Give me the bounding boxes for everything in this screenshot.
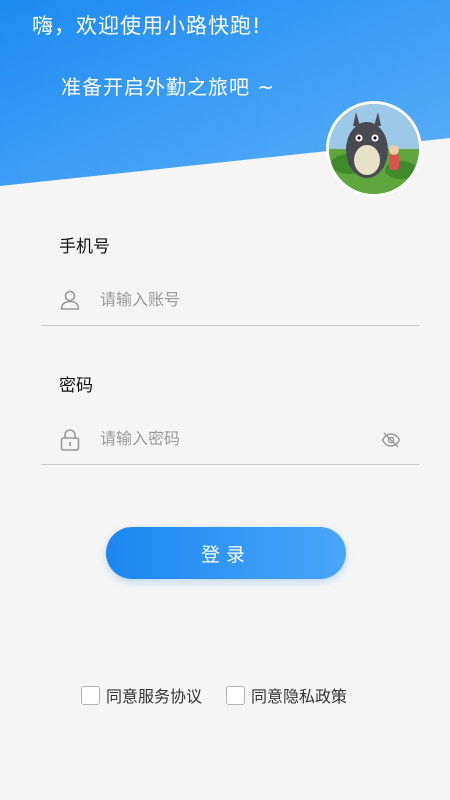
header-banner: 嗨，欢迎使用小路快跑! 准备开启外勤之旅吧 ~ xyxy=(0,0,450,200)
service-agreement-label[interactable]: 同意服务协议 xyxy=(106,683,202,707)
avatar xyxy=(326,101,422,197)
subtitle-text: 准备开启外勤之旅吧 ~ xyxy=(61,75,276,99)
password-field xyxy=(41,415,419,465)
greeting-text: 嗨，欢迎使用小路快跑! xyxy=(32,14,262,38)
phone-field xyxy=(41,276,419,326)
user-icon xyxy=(59,289,81,315)
lock-icon xyxy=(59,428,81,456)
password-input[interactable] xyxy=(100,423,370,453)
agree-privacy-checkbox[interactable]: 同意隐私政策 xyxy=(226,684,347,706)
service-checkbox-box[interactable] xyxy=(81,685,100,705)
phone-label: 手机号 xyxy=(59,237,110,257)
privacy-checkbox-box[interactable] xyxy=(226,685,245,705)
agree-service-checkbox[interactable]: 同意服务协议 xyxy=(81,684,202,706)
avatar-image xyxy=(329,104,419,194)
privacy-policy-label[interactable]: 同意隐私政策 xyxy=(251,683,347,707)
password-label: 密码 xyxy=(59,376,93,396)
eye-off-icon[interactable] xyxy=(381,432,401,452)
phone-input[interactable] xyxy=(100,284,370,314)
login-button[interactable]: 登录 xyxy=(106,527,346,579)
